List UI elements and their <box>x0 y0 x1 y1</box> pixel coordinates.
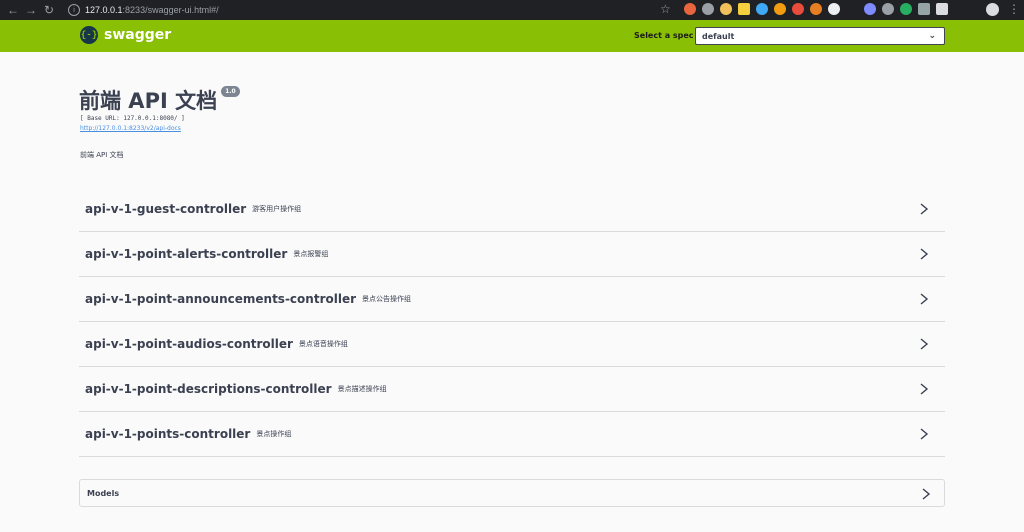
swagger-logo-text: swagger <box>104 27 172 43</box>
base-url: [ Base URL: 127.0.0.1:8080/ ] <box>80 115 185 122</box>
tag-point-announcements-controller[interactable]: api-v-1-point-announcements-controller 景… <box>79 277 945 322</box>
chevron-right-icon[interactable] <box>917 292 931 306</box>
page-title: 前端 API 文档 <box>79 89 218 113</box>
extension-icon[interactable] <box>702 3 714 15</box>
tag-points-controller[interactable]: api-v-1-points-controller 景点操作组 <box>79 412 945 457</box>
api-title: 前端 API 文档 1.0 <box>79 85 240 115</box>
chevron-right-icon[interactable] <box>919 487 933 501</box>
extension-icon[interactable] <box>684 3 696 15</box>
models-label: Models <box>87 488 120 498</box>
select-spec-label: Select a spec <box>634 31 694 40</box>
extension-icon[interactable] <box>918 3 930 15</box>
extension-icon[interactable] <box>756 3 768 15</box>
tag-name: api-v-1-point-descriptions-controller <box>85 382 332 396</box>
spec-select[interactable]: default ⌄ <box>695 27 945 45</box>
spec-select-value: default <box>702 32 735 41</box>
chevron-right-icon[interactable] <box>917 337 931 351</box>
forward-icon[interactable]: → <box>22 0 40 20</box>
tag-description: 景点公告操作组 <box>362 295 412 303</box>
tag-point-descriptions-controller[interactable]: api-v-1-point-descriptions-controller 景点… <box>79 367 945 412</box>
swagger-logo[interactable]: {-} swagger <box>80 26 171 44</box>
url-path: :8233/swagger-ui.html#/ <box>122 5 219 15</box>
tag-name: api-v-1-guest-controller <box>85 202 247 216</box>
chevron-right-icon[interactable] <box>917 382 931 396</box>
site-info-icon[interactable]: i <box>68 4 80 16</box>
tag-name: api-v-1-point-audios-controller <box>85 337 293 351</box>
extension-icon[interactable] <box>936 3 948 15</box>
tag-name: api-v-1-point-alerts-controller <box>85 247 288 261</box>
chevron-right-icon[interactable] <box>917 427 931 441</box>
extension-icon[interactable] <box>828 3 840 15</box>
back-icon[interactable]: ← <box>4 0 22 20</box>
extension-icon <box>846 3 858 15</box>
tag-list: api-v-1-guest-controller 游客用户操作组 api-v-1… <box>79 187 945 457</box>
tag-point-audios-controller[interactable]: api-v-1-point-audios-controller 景点语音操作组 <box>79 322 945 367</box>
chevron-right-icon[interactable] <box>917 247 931 261</box>
tag-description: 景点描述操作组 <box>337 385 387 393</box>
swagger-logo-icon: {-} <box>80 26 98 44</box>
address-bar[interactable]: i 127.0.0.1:8233/swagger-ui.html#/ <box>64 2 664 18</box>
extension-icon[interactable] <box>792 3 804 15</box>
extension-icon[interactable] <box>810 3 822 15</box>
bookmark-star-icon[interactable]: ☆ <box>660 2 671 16</box>
tag-description: 景点操作组 <box>256 430 292 438</box>
extension-icon[interactable] <box>882 3 894 15</box>
url-host: 127.0.0.1 <box>85 5 123 15</box>
tag-description: 景点报警组 <box>293 250 329 258</box>
extension-icon[interactable] <box>738 3 750 15</box>
reload-icon[interactable]: ↻ <box>40 0 58 20</box>
tag-description: 景点语音操作组 <box>298 340 348 348</box>
extension-icon[interactable] <box>774 3 786 15</box>
extension-icon[interactable] <box>864 3 876 15</box>
browser-menu-icon[interactable]: ⋮ <box>1008 2 1020 16</box>
chevron-down-icon: ⌄ <box>928 31 936 41</box>
extension-icon[interactable] <box>900 3 912 15</box>
tag-guest-controller[interactable]: api-v-1-guest-controller 游客用户操作组 <box>79 187 945 232</box>
api-docs-link[interactable]: http://127.0.0.1:8233/v2/api-docs <box>80 125 181 132</box>
tag-name: api-v-1-point-announcements-controller <box>85 292 357 306</box>
models-section[interactable]: Models <box>79 479 945 507</box>
version-badge: 1.0 <box>221 86 240 97</box>
profile-avatar[interactable] <box>986 3 999 16</box>
browser-toolbar: ← → ↻ i 127.0.0.1:8233/swagger-ui.html#/… <box>0 0 1024 20</box>
tag-point-alerts-controller[interactable]: api-v-1-point-alerts-controller 景点报警组 <box>79 232 945 277</box>
tag-name: api-v-1-points-controller <box>85 427 251 441</box>
chevron-right-icon[interactable] <box>917 202 931 216</box>
extensions-bar <box>684 3 948 15</box>
api-description: 前端 API 文档 <box>80 151 124 159</box>
tag-description: 游客用户操作组 <box>252 205 302 213</box>
extension-icon[interactable] <box>720 3 732 15</box>
